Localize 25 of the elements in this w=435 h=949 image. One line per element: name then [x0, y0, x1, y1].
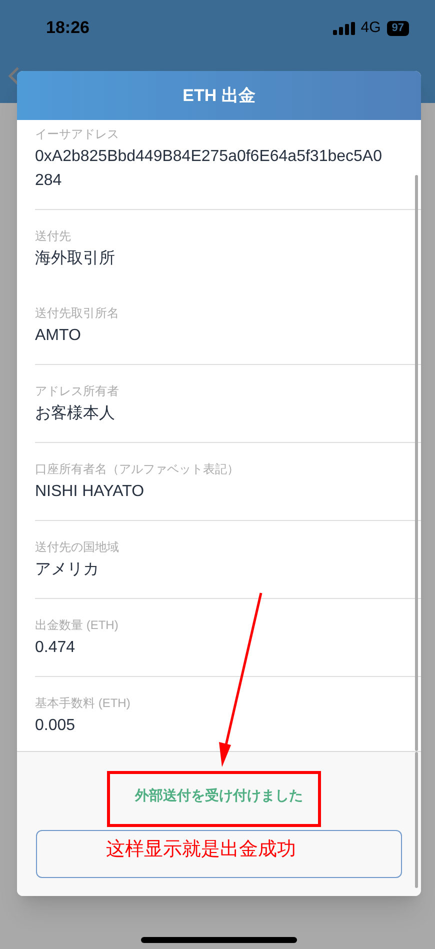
field-label: 口座所有者名（アルファベット表記） — [35, 461, 240, 478]
field-value: お客様本人 — [35, 404, 116, 424]
field-value: 0xA2b825Bbd449B84E275a0f6E64a5f31bec5A0284 — [35, 147, 383, 191]
battery-level: 97 — [386, 20, 409, 36]
field-value: 0.005 — [35, 716, 76, 736]
status-time: 18:26 — [46, 17, 90, 40]
field-label: アドレス所有者 — [35, 383, 120, 400]
field-label: 送付先の国地域 — [35, 539, 120, 556]
field-value: 0.474 — [35, 638, 76, 658]
field-label: イーサアドレス — [35, 126, 120, 143]
field-value: NISHI HAYATO — [35, 482, 146, 502]
field-value: 海外取引所 — [35, 249, 116, 269]
field-label: 基本手数料 (ETH) — [35, 695, 132, 712]
field-label: 送付先取引所名 — [35, 305, 120, 322]
field-value: AMTO — [35, 326, 82, 346]
success-message: 外部送付を受け付けました — [135, 786, 303, 805]
dialog-title: ETH 出金 — [182, 84, 256, 107]
signal-icon — [332, 22, 355, 34]
network-type: 4G — [360, 18, 381, 38]
field-label: 出金数量 (ETH) — [35, 617, 120, 634]
field-value: アメリカ — [35, 560, 100, 580]
annotation-note: 这样显示就是出金成功 — [106, 838, 296, 862]
field-label: 送付先 — [35, 228, 72, 245]
back-chevron-icon — [8, 66, 20, 86]
close-button[interactable] — [36, 830, 402, 878]
